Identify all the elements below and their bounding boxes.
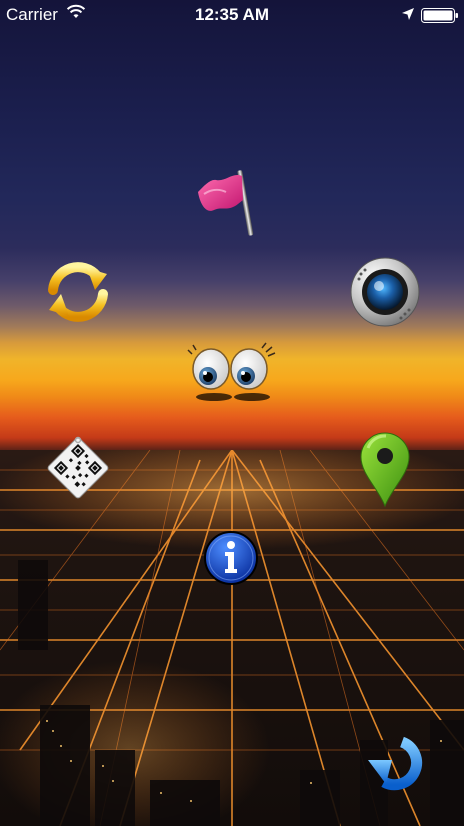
location-arrow-icon (402, 8, 414, 20)
eyes-button[interactable] (182, 340, 282, 404)
home-screen: Carrier 12:35 AM (0, 0, 464, 826)
green-map-pin-icon (360, 432, 410, 508)
info-icon (204, 531, 258, 585)
clock-label: 12:35 AM (194, 5, 269, 24)
cartoon-eyes-icon (187, 342, 276, 401)
undo-button[interactable] (366, 734, 432, 796)
battery-icon (421, 8, 458, 23)
info-button[interactable] (202, 529, 260, 587)
camera-icon (350, 257, 420, 327)
circular-arrows-icon (48, 262, 108, 322)
status-bar: Carrier 12:35 AM (0, 0, 464, 30)
map-pin-button[interactable] (356, 430, 414, 508)
flag-button[interactable] (192, 164, 264, 240)
camera-button[interactable] (349, 256, 421, 328)
qr-code-tag-icon (47, 436, 109, 499)
refresh-button[interactable] (43, 256, 113, 326)
pink-flag-icon (198, 170, 254, 236)
qr-code-button[interactable] (46, 432, 110, 500)
rotate-arrow-icon (368, 736, 423, 791)
